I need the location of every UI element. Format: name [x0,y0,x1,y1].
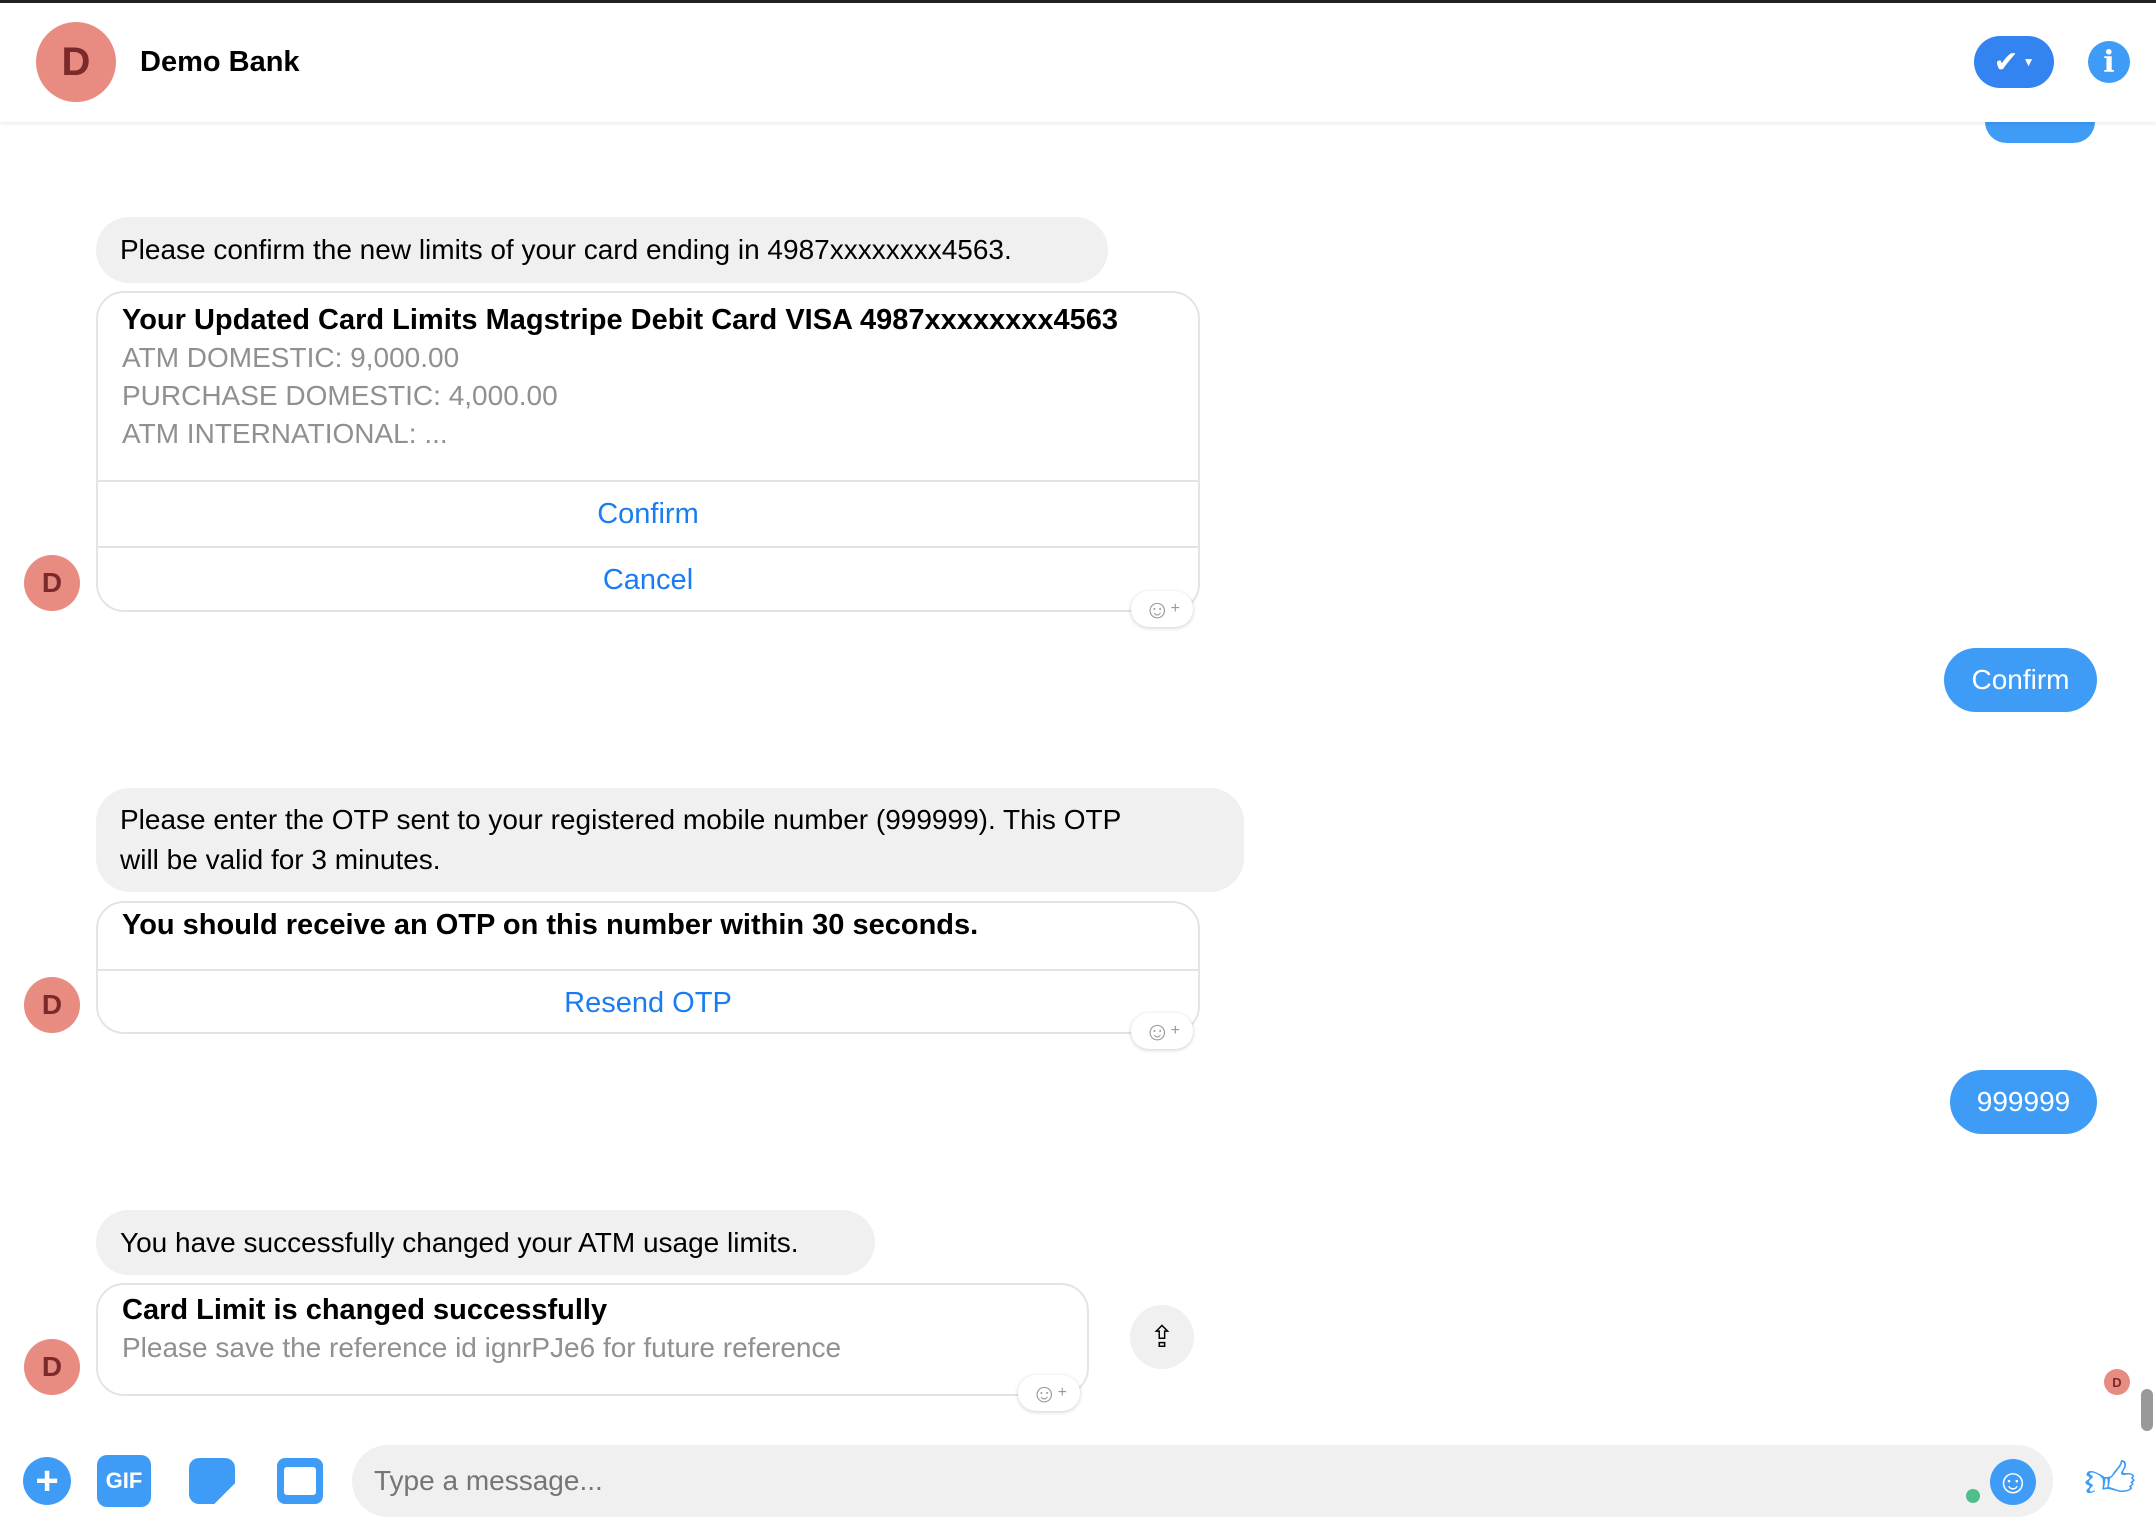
chevron-down-icon: ▼ [2022,55,2035,69]
confirm-button[interactable]: Confirm [98,480,1198,546]
chat-title: Demo Bank [140,46,300,78]
card-limits-card: Your Updated Card Limits Magstripe Debit… [96,291,1200,612]
add-reaction-icon[interactable]: ☺ + [1018,1375,1080,1411]
card-line: PURCHASE DOMESTIC: 4,000.00 [122,380,558,411]
checkmark-icon: ✔ [1993,45,2019,79]
scrollbar[interactable] [2141,1389,2153,1431]
image-icon[interactable] [277,1458,323,1504]
card-title: Your Updated Card Limits Magstripe Debit… [122,304,1119,336]
card-line: ATM INTERNATIONAL: ... [122,418,448,449]
otp-card: You should receive an OTP on this number… [96,901,1200,1034]
card-title: Card Limit is changed successfully [122,1294,608,1326]
emoji-icon[interactable]: ☺ [1990,1459,2036,1505]
bank-avatar: D [36,22,116,102]
user-message: 999999 [1950,1070,2097,1134]
thumbs-up-icon[interactable]: 👍︎ [2082,1452,2138,1510]
gif-label: GIF [105,1468,143,1493]
status-dot [1966,1489,1980,1503]
read-receipt-avatar: D [2104,1369,2130,1395]
bot-message: Please confirm the new limits of your ca… [96,217,1108,283]
card-title: You should receive an OTP on this number… [122,909,979,941]
plus-icon[interactable]: + [23,1457,71,1505]
success-card: Card Limit is changed successfully Pleas… [96,1283,1089,1396]
message-input-container: ☺ [352,1445,2053,1517]
message-line: Please enter the OTP sent to your regist… [120,804,1122,835]
share-icon[interactable]: ⇪ [1130,1305,1194,1369]
card-line: ATM DOMESTIC: 9,000.00 [122,342,460,373]
bot-avatar: D [24,555,80,611]
mark-done-button[interactable]: ✔ ▼ [1974,36,2054,88]
message-input[interactable] [374,1445,1954,1517]
sticker-icon[interactable] [189,1458,235,1504]
card-subtitle: Please save the reference id ignrPJe6 fo… [122,1332,842,1363]
bot-avatar: D [24,977,80,1033]
message-line: will be valid for 3 minutes. [120,844,441,875]
add-reaction-icon[interactable]: ☺ + [1131,1013,1193,1049]
bot-message: You have successfully changed your ATM u… [96,1210,875,1275]
user-message: Confirm [1944,648,2097,712]
bot-message: Please enter the OTP sent to your regist… [96,788,1244,892]
gif-icon[interactable]: GIF [97,1455,151,1507]
bot-avatar: D [24,1339,80,1395]
add-reaction-icon[interactable]: ☺ + [1131,591,1193,627]
info-icon[interactable]: i [2088,41,2130,83]
cancel-button[interactable]: Cancel [98,546,1198,610]
chat-header: D Demo Bank ✔ ▼ i [0,3,2156,122]
resend-otp-button[interactable]: Resend OTP [98,969,1198,1032]
